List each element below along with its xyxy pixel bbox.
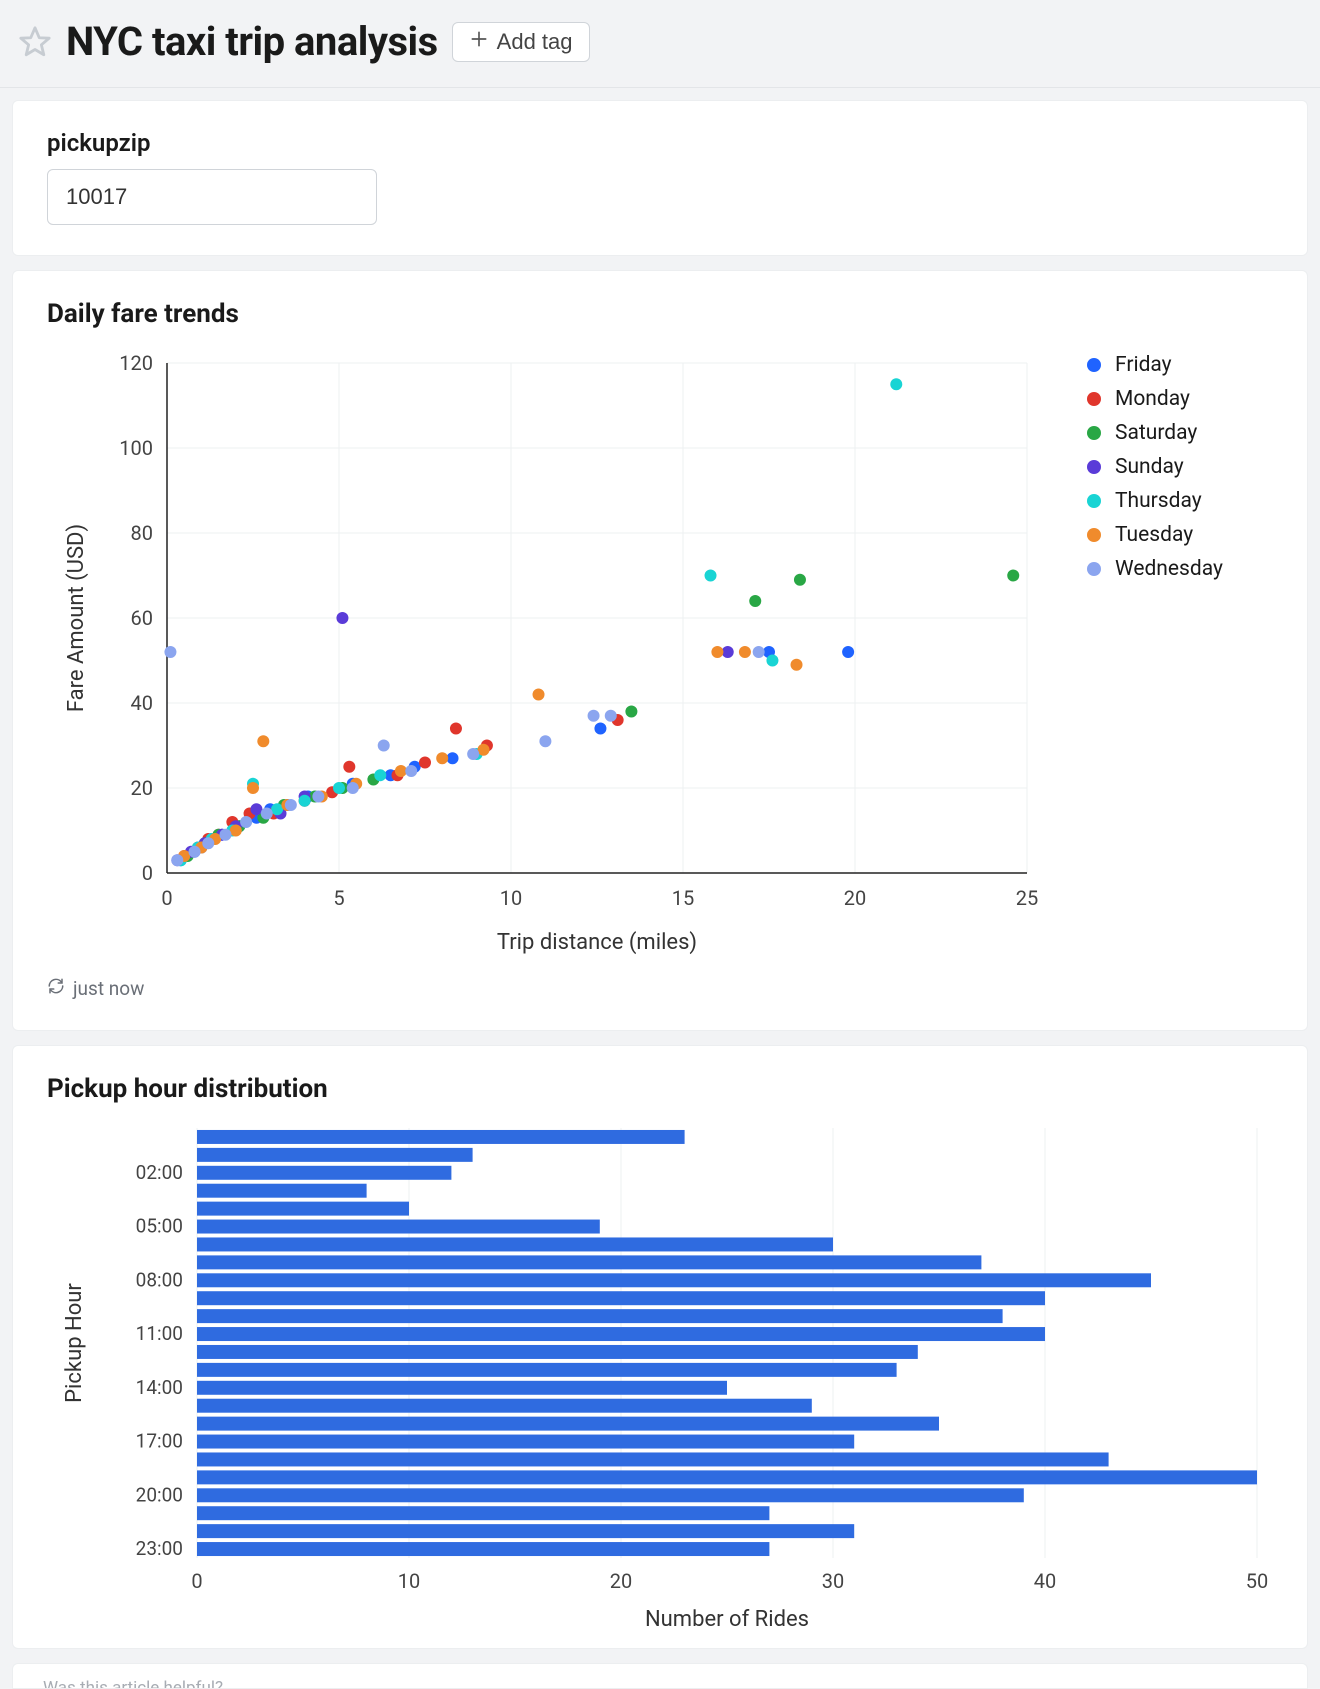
plus-icon <box>469 29 489 55</box>
svg-text:80: 80 <box>131 521 153 545</box>
add-tag-button[interactable]: Add tag <box>452 22 590 62</box>
svg-text:120: 120 <box>119 351 153 375</box>
svg-text:0: 0 <box>191 1569 202 1593</box>
svg-text:Number of Rides: Number of Rides <box>645 1607 809 1632</box>
legend-item[interactable]: Tuesday <box>1087 523 1223 547</box>
svg-text:10: 10 <box>398 1569 420 1593</box>
scatter-plot: 0 5 10 15 20 25 0 20 40 60 80 100 120 Trip distance (… <box>47 343 1047 963</box>
svg-text:0: 0 <box>142 861 153 885</box>
svg-text:50: 50 <box>1246 1569 1268 1593</box>
legend-label: Sunday <box>1115 455 1184 479</box>
svg-text:20:00: 20:00 <box>136 1483 183 1506</box>
svg-text:20: 20 <box>844 886 866 910</box>
refresh-icon <box>47 977 65 1000</box>
legend-item[interactable]: Saturday <box>1087 421 1223 445</box>
legend-item[interactable]: Sunday <box>1087 455 1223 479</box>
refresh-status[interactable]: just now <box>47 977 1273 1000</box>
svg-text:25: 25 <box>1016 886 1038 910</box>
legend-item[interactable]: Wednesday <box>1087 557 1223 581</box>
legend-label: Monday <box>1115 387 1190 411</box>
svg-text:0: 0 <box>161 886 172 910</box>
svg-text:14:00: 14:00 <box>136 1376 183 1399</box>
legend-item[interactable]: Monday <box>1087 387 1223 411</box>
footer-strip: Was this article helpful? <box>12 1663 1308 1689</box>
svg-text:17:00: 17:00 <box>136 1430 183 1453</box>
legend-label: Thursday <box>1115 489 1202 513</box>
svg-text:05:00: 05:00 <box>136 1215 183 1238</box>
svg-text:Pickup Hour: Pickup Hour <box>62 1283 87 1403</box>
legend-dot <box>1087 494 1101 508</box>
add-tag-label: Add tag <box>497 29 573 55</box>
pickup-hour-card: Pickup hour distribution 0 10 20 30 40 50 02:0… <box>12 1045 1308 1649</box>
svg-text:Trip distance (miles): Trip distance (miles) <box>497 930 697 955</box>
svg-text:60: 60 <box>131 606 153 630</box>
svg-text:30: 30 <box>822 1569 844 1593</box>
param-label: pickupzip <box>47 129 1273 157</box>
legend-dot <box>1087 358 1101 372</box>
svg-text:20: 20 <box>131 776 153 800</box>
pickupzip-input[interactable] <box>47 169 377 225</box>
svg-text:10: 10 <box>500 886 522 910</box>
svg-text:15: 15 <box>672 886 694 910</box>
chart-title: Pickup hour distribution <box>47 1074 1273 1104</box>
legend-label: Friday <box>1115 353 1172 377</box>
legend-item[interactable]: Friday <box>1087 353 1223 377</box>
svg-text:02:00: 02:00 <box>136 1161 183 1184</box>
bar-plot: 0 10 20 30 40 50 02:00 05:00 08:00 11:00 14:00 17:0… <box>47 1118 1273 1638</box>
svg-text:40: 40 <box>1034 1569 1056 1593</box>
svg-text:Fare Amount (USD): Fare Amount (USD) <box>64 524 89 712</box>
daily-fare-card: Daily fare trends 0 5 10 15 20 25 0 20 40 60 80 100… <box>12 270 1308 1031</box>
star-icon[interactable] <box>18 25 52 59</box>
legend-dot <box>1087 562 1101 576</box>
svg-text:20: 20 <box>610 1569 632 1593</box>
footer-text: Was this article helpful? <box>43 1678 223 1689</box>
legend-dot <box>1087 460 1101 474</box>
refresh-label: just now <box>73 977 144 1000</box>
legend-dot <box>1087 426 1101 440</box>
legend-item[interactable]: Thursday <box>1087 489 1223 513</box>
legend-label: Wednesday <box>1115 557 1223 581</box>
legend-dot <box>1087 392 1101 406</box>
svg-text:40: 40 <box>131 691 153 715</box>
svg-text:08:00: 08:00 <box>136 1268 183 1291</box>
legend-label: Tuesday <box>1115 523 1193 547</box>
svg-text:100: 100 <box>119 436 153 460</box>
svg-text:11:00: 11:00 <box>136 1322 183 1345</box>
parameter-card: pickupzip <box>12 100 1308 256</box>
legend-label: Saturday <box>1115 421 1197 445</box>
chart-title: Daily fare trends <box>47 299 1273 329</box>
svg-text:23:00: 23:00 <box>136 1537 183 1560</box>
page-title: NYC taxi trip analysis <box>66 18 438 65</box>
page-header: NYC taxi trip analysis Add tag <box>0 0 1320 88</box>
legend-dot <box>1087 528 1101 542</box>
scatter-legend: Friday Monday Saturday Sunday Thursday Tuesda… <box>1087 343 1223 963</box>
svg-text:5: 5 <box>333 886 344 910</box>
